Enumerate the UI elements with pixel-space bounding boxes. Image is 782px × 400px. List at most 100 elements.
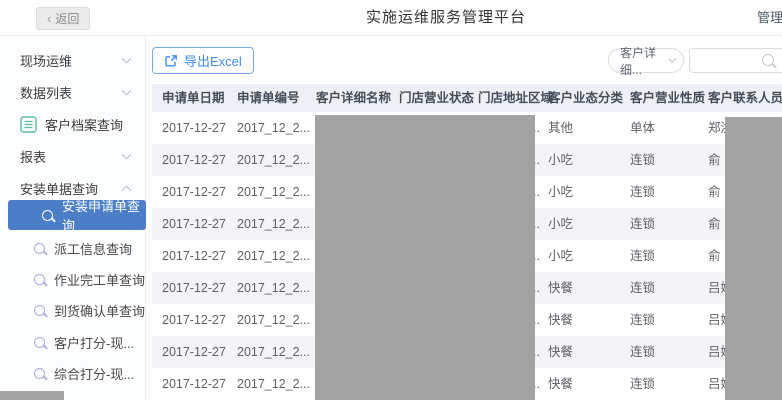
cell-category: 小吃: [548, 240, 573, 272]
search-icon: [34, 274, 45, 285]
sidebar-item-reports[interactable]: 报表: [0, 142, 146, 170]
cell-category: 其他: [548, 112, 573, 144]
sidebar-item-install-request-query[interactable]: 安装申请单查询: [8, 200, 146, 230]
chevron-down-icon: [122, 86, 132, 96]
sidebar-item-arrival-confirm-query[interactable]: 到货确认单查询: [0, 295, 146, 325]
cell-category: 小吃: [548, 176, 573, 208]
sidebar-item-completion-order-query[interactable]: 作业完工单查询: [0, 264, 146, 294]
cell-category: 小吃: [548, 144, 573, 176]
table-header-row: 申请单日期 申请单编号 客户详细名称 门店营业状态 门店地址区域 客户业态分类 …: [152, 84, 782, 112]
cell-order-no: 2017_12_2...: [237, 368, 310, 400]
sidebar-item-data-list[interactable]: 数据列表: [0, 78, 146, 106]
sidebar-item-label: 作业完工单查询: [54, 270, 145, 289]
search-icon: [34, 337, 45, 348]
column-header-category: 客户业态分类: [548, 84, 623, 112]
cell-nature: 连锁: [630, 368, 655, 400]
cell-date: 2017-12-27: [162, 240, 226, 272]
cell-nature: 连锁: [630, 240, 655, 272]
user-menu[interactable]: 管理: [757, 0, 782, 35]
sidebar-item-field-ops[interactable]: 现场运维: [0, 46, 146, 74]
cell-date: 2017-12-27: [162, 368, 226, 400]
cell-nature: 单体: [630, 112, 655, 144]
back-button[interactable]: ‹ 返回: [36, 7, 90, 30]
cell-date: 2017-12-27: [162, 112, 226, 144]
sidebar-item-dispatch-info-query[interactable]: 派工信息查询: [0, 233, 146, 263]
cell-order-no: 2017_12_2...: [237, 144, 310, 176]
search-input[interactable]: [696, 50, 758, 71]
column-header-contact: 客户联系人员: [708, 84, 782, 112]
chevron-down-icon: [669, 55, 677, 63]
cell-order-no: 2017_12_2...: [237, 272, 310, 304]
cell-contact: 俞: [708, 208, 721, 240]
column-header-date: 申请单日期: [162, 84, 225, 112]
cell-category: 小吃: [548, 208, 573, 240]
sidebar-item-label: 客户打分-现...: [54, 333, 134, 352]
cell-date: 2017-12-27: [162, 176, 226, 208]
chevron-left-icon: ‹: [47, 12, 51, 25]
cell-category: 快餐: [548, 336, 573, 368]
search-icon: [42, 210, 53, 221]
export-excel-label: 导出Excel: [184, 51, 242, 70]
cell-category: 快餐: [548, 304, 573, 336]
sidebar-item-label: 综合打分-现...: [54, 364, 134, 383]
chevron-down-icon: [122, 54, 132, 64]
cell-nature: 连锁: [630, 304, 655, 336]
cell-date: 2017-12-27: [162, 336, 226, 368]
cell-category: 快餐: [548, 368, 573, 400]
sidebar-item-label: 数据列表: [20, 83, 72, 102]
document-list-icon: [20, 116, 37, 133]
sidebar-item-label: 派工信息查询: [54, 239, 132, 258]
search-field-select-value: 客户详细...: [620, 44, 665, 78]
chevron-down-icon: [122, 150, 132, 160]
sidebar-item-customer-archive[interactable]: 客户档案查询: [0, 110, 146, 138]
cell-nature: 连锁: [630, 272, 655, 304]
search-field-select[interactable]: 客户详细...: [608, 48, 684, 73]
redaction-overlay-customer-columns: [315, 115, 535, 400]
cell-category: 快餐: [548, 272, 573, 304]
cell-nature: 连锁: [630, 336, 655, 368]
sidebar-item-label: 安装申请单查询: [62, 196, 146, 234]
cell-nature: 连锁: [630, 208, 655, 240]
page-title: 实施运维服务管理平台: [366, 0, 526, 35]
cell-contact: 俞: [708, 176, 721, 208]
redaction-overlay-bottom-left: [0, 391, 64, 400]
cell-order-no: 2017_12_2...: [237, 336, 310, 368]
sidebar-item-label: 报表: [20, 147, 46, 166]
cell-nature: 连锁: [630, 144, 655, 176]
cell-date: 2017-12-27: [162, 208, 226, 240]
cell-order-no: 2017_12_2...: [237, 176, 310, 208]
cell-nature: 连锁: [630, 176, 655, 208]
search-icon[interactable]: [762, 54, 774, 66]
sidebar-item-label: 安装单据查询: [20, 179, 98, 198]
cell-date: 2017-12-27: [162, 144, 226, 176]
top-bar: ‹ 返回 实施运维服务管理平台 管理: [0, 0, 782, 36]
column-header-nature: 客户营业性质: [630, 84, 705, 112]
back-button-label: 返回: [55, 10, 79, 27]
export-icon: [164, 54, 178, 68]
sidebar-item-overall-score[interactable]: 综合打分-现...: [0, 358, 146, 388]
sidebar-item-label: 客户档案查询: [45, 115, 123, 134]
export-excel-button[interactable]: 导出Excel: [152, 47, 254, 74]
chevron-up-icon: [122, 185, 132, 195]
search-icon: [34, 368, 45, 379]
cell-order-no: 2017_12_2...: [237, 112, 310, 144]
cell-date: 2017-12-27: [162, 272, 226, 304]
column-header-store-status: 门店营业状态: [399, 84, 474, 112]
search-icon: [34, 305, 45, 316]
cell-contact: 俞: [708, 240, 721, 272]
column-header-address: 门店地址区域: [478, 84, 540, 112]
column-header-order-no: 申请单编号: [237, 84, 300, 112]
sidebar-item-customer-score[interactable]: 客户打分-现...: [0, 327, 146, 357]
cell-order-no: 2017_12_2...: [237, 304, 310, 336]
cell-date: 2017-12-27: [162, 304, 226, 336]
search-box: [689, 48, 782, 73]
sidebar-item-label: 现场运维: [20, 51, 72, 70]
column-header-customer-name: 客户详细名称: [316, 84, 391, 112]
sidebar-item-label: 到货确认单查询: [54, 301, 145, 320]
cell-order-no: 2017_12_2...: [237, 240, 310, 272]
cell-order-no: 2017_12_2...: [237, 208, 310, 240]
cell-contact: 俞: [708, 144, 721, 176]
sidebar: 现场运维 数据列表 客户档案查询 报表 安装单据查询 安装申请单查询 派工信息查…: [0, 36, 146, 400]
page: { "topbar": { "back_label": "返回", "title…: [0, 0, 782, 400]
redaction-overlay-contact-column: [725, 117, 782, 400]
